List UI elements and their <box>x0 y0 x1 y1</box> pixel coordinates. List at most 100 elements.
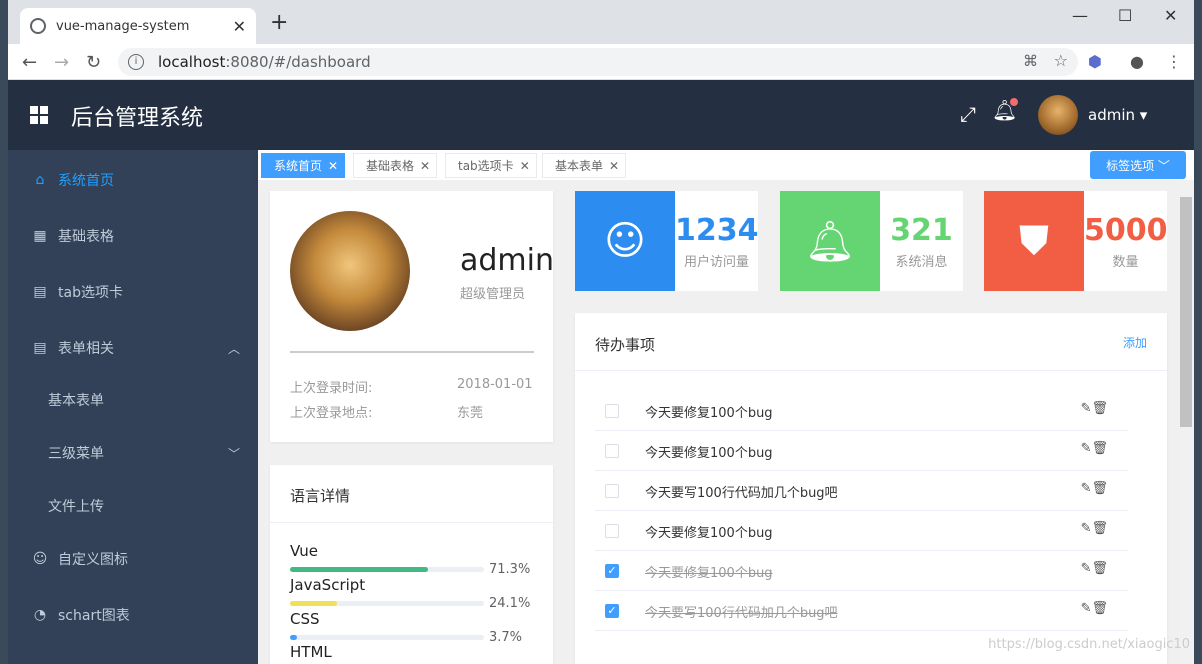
todo-checkbox[interactable] <box>605 404 619 418</box>
todo-checkbox[interactable] <box>605 444 619 458</box>
reload-button[interactable]: ↻ <box>86 52 101 73</box>
last-login-place: 东莞 <box>457 406 484 421</box>
browser-tab-title: vue-manage-system <box>56 18 190 34</box>
url-host: localhost <box>158 53 226 71</box>
new-tab-button[interactable]: + <box>270 10 288 35</box>
browser-tab[interactable]: vue-manage-system ✕ <box>20 8 256 44</box>
last-login-place-label: 上次登录地点: <box>290 406 373 421</box>
todo-item: 今天要修复100个bug ✎🗑︎ <box>595 511 1128 551</box>
lang-name: JavaScript <box>290 576 366 594</box>
close-icon[interactable]: ✕ <box>520 159 530 173</box>
notification-dot <box>1010 98 1018 106</box>
tag-label: tab选项卡 <box>458 159 514 173</box>
sidebar-item-dashboard[interactable]: ⌂ 系统首页 <box>8 152 258 208</box>
todo-checkbox[interactable]: ✓ <box>605 604 619 618</box>
lang-name: HTML <box>290 643 332 661</box>
page-scrollbar[interactable] <box>1178 181 1194 664</box>
edit-icon[interactable]: ✎ <box>1081 481 1092 496</box>
sidebar-item-form[interactable]: ▤ 表单相关 ︿ <box>8 320 258 376</box>
todo-text: 今天要写100行代码加几个bug吧 <box>645 606 838 621</box>
delete-icon[interactable]: 🗑︎ <box>1091 601 1108 616</box>
divider <box>270 522 553 523</box>
sidebar-item-upload[interactable]: 文件上传 <box>8 478 258 534</box>
chevron-down-icon: ﹀ <box>227 446 240 461</box>
lang-percent: 71.3% <box>489 562 531 577</box>
browser-tab-strip: vue-manage-system ✕ + — ☐ ✕ <box>8 0 1194 44</box>
translate-icon[interactable]: ⌘ <box>1023 52 1038 70</box>
star-icon[interactable]: ☆ <box>1054 51 1068 70</box>
sidebar: ⌂ 系统首页 ▦ 基础表格 ▤ tab选项卡 ▤ 表单相关 ︿ 基本表单 三级菜单 ﹀ 文件… <box>8 150 258 664</box>
todo-checkbox[interactable] <box>605 524 619 538</box>
tag-label: 基本表单 <box>555 159 604 173</box>
divider <box>290 351 534 353</box>
smile-icon: ☺ <box>32 551 48 567</box>
forward-button[interactable]: → <box>54 52 69 73</box>
delete-icon[interactable]: 🗑︎ <box>1091 401 1108 416</box>
fullscreen-icon[interactable]: ⤢ <box>960 102 976 126</box>
sidebar-item-submenu[interactable]: 三级菜单 ﹀ <box>8 425 258 481</box>
language-card: 语言详情 Vue 71.3% JavaScript 24.1% CSS 3.7%… <box>270 465 553 664</box>
todo-text: 今天要修复100个bug <box>645 526 773 541</box>
close-tab-icon[interactable]: ✕ <box>233 17 246 36</box>
todo-actions: ✎🗑︎ <box>1081 481 1108 496</box>
back-button[interactable]: ← <box>22 52 37 73</box>
delete-icon[interactable]: 🗑︎ <box>1091 481 1108 496</box>
todo-title: 待办事项 <box>595 336 656 354</box>
delete-icon[interactable]: 🗑︎ <box>1091 521 1108 536</box>
maximize-button[interactable]: ☐ <box>1118 6 1132 25</box>
close-window-button[interactable]: ✕ <box>1164 6 1177 25</box>
sidebar-item-table[interactable]: ▦ 基础表格 <box>8 208 258 264</box>
todo-item: ✓ 今天要修复100个bug ✎🗑︎ <box>595 551 1128 591</box>
sidebar-item-basic-form[interactable]: 基本表单 <box>8 372 258 428</box>
account-icon[interactable]: ● <box>1130 52 1144 71</box>
tag-table[interactable]: 基础表格 ✕ <box>353 153 438 178</box>
tag-dashboard[interactable]: 系统首页 ✕ <box>261 153 346 178</box>
scrollbar-thumb[interactable] <box>1180 197 1192 427</box>
last-login-time: 2018-01-01 <box>457 377 533 392</box>
edit-icon[interactable]: ✎ <box>1081 561 1092 576</box>
lang-progress <box>290 567 484 572</box>
avatar[interactable] <box>1038 95 1078 135</box>
app-header: 后台管理系统 ⤢ 🔔︎ admin ▾ <box>8 80 1194 150</box>
edit-icon[interactable]: ✎ <box>1081 601 1092 616</box>
sidebar-item-icons[interactable]: ☺ 自定义图标 <box>8 531 258 587</box>
main-content: admin 超级管理员 上次登录时间: 2018-01-01 上次登录地点: 东… <box>258 180 1194 664</box>
sidebar-item-tabs[interactable]: ▤ tab选项卡 <box>8 264 258 320</box>
close-icon[interactable]: ✕ <box>609 159 619 173</box>
sidebar-item-label: 自定义图标 <box>58 552 128 568</box>
todo-checkbox[interactable]: ✓ <box>605 564 619 578</box>
edit-icon[interactable]: ✎ <box>1081 441 1092 456</box>
divider <box>575 370 1167 371</box>
stat-card-messages: 🔔︎ 321 系统消息 <box>780 191 963 291</box>
menu-dots-icon[interactable]: ⋮ <box>1166 52 1182 71</box>
sidebar-item-charts[interactable]: ◔ schart图表 <box>8 587 258 643</box>
edit-icon[interactable]: ✎ <box>1081 521 1092 536</box>
user-dropdown[interactable]: admin ▾ <box>1088 106 1147 124</box>
tag-basic-form[interactable]: 基本表单 ✕ <box>542 153 627 178</box>
collapse-menu-icon[interactable] <box>30 106 48 124</box>
tag-options-button[interactable]: 标签选项 ﹀ <box>1090 151 1186 179</box>
todo-checkbox[interactable] <box>605 484 619 498</box>
url-bar[interactable]: i localhost:8080/#/dashboard ⌘ ☆ <box>118 48 1078 76</box>
close-icon[interactable]: ✕ <box>328 159 338 173</box>
watermark: https://blog.csdn.net/xiaogic10 <box>988 637 1190 652</box>
app-title: 后台管理系统 <box>71 106 204 131</box>
edit-icon[interactable]: ✎ <box>1081 401 1092 416</box>
globe-icon <box>30 18 46 34</box>
minimize-button[interactable]: — <box>1072 6 1088 25</box>
delete-icon[interactable]: 🗑︎ <box>1091 441 1108 456</box>
tag-tabs[interactable]: tab选项卡 ✕ <box>445 153 537 178</box>
todo-text: 今天要写100行代码加几个bug吧 <box>645 486 838 501</box>
add-todo-button[interactable]: 添加 <box>1123 334 1147 351</box>
tags-bar: 系统首页 ✕ 基础表格 ✕ tab选项卡 ✕ 基本表单 ✕ 标签选项 ﹀ <box>258 150 1194 180</box>
todo-actions: ✎🗑︎ <box>1081 521 1108 536</box>
todo-item: 今天要修复100个bug ✎🗑︎ <box>595 391 1128 431</box>
delete-icon[interactable]: 🗑︎ <box>1091 561 1108 576</box>
lang-progress-fill <box>290 635 298 640</box>
extension-icon[interactable]: ⬢ <box>1088 52 1102 71</box>
todo-text: 今天要修复100个bug <box>645 406 773 421</box>
last-login-time-label: 上次登录时间: <box>290 381 373 396</box>
profile-name: admin <box>460 243 554 278</box>
close-icon[interactable]: ✕ <box>420 159 430 173</box>
info-icon[interactable]: i <box>128 54 144 70</box>
